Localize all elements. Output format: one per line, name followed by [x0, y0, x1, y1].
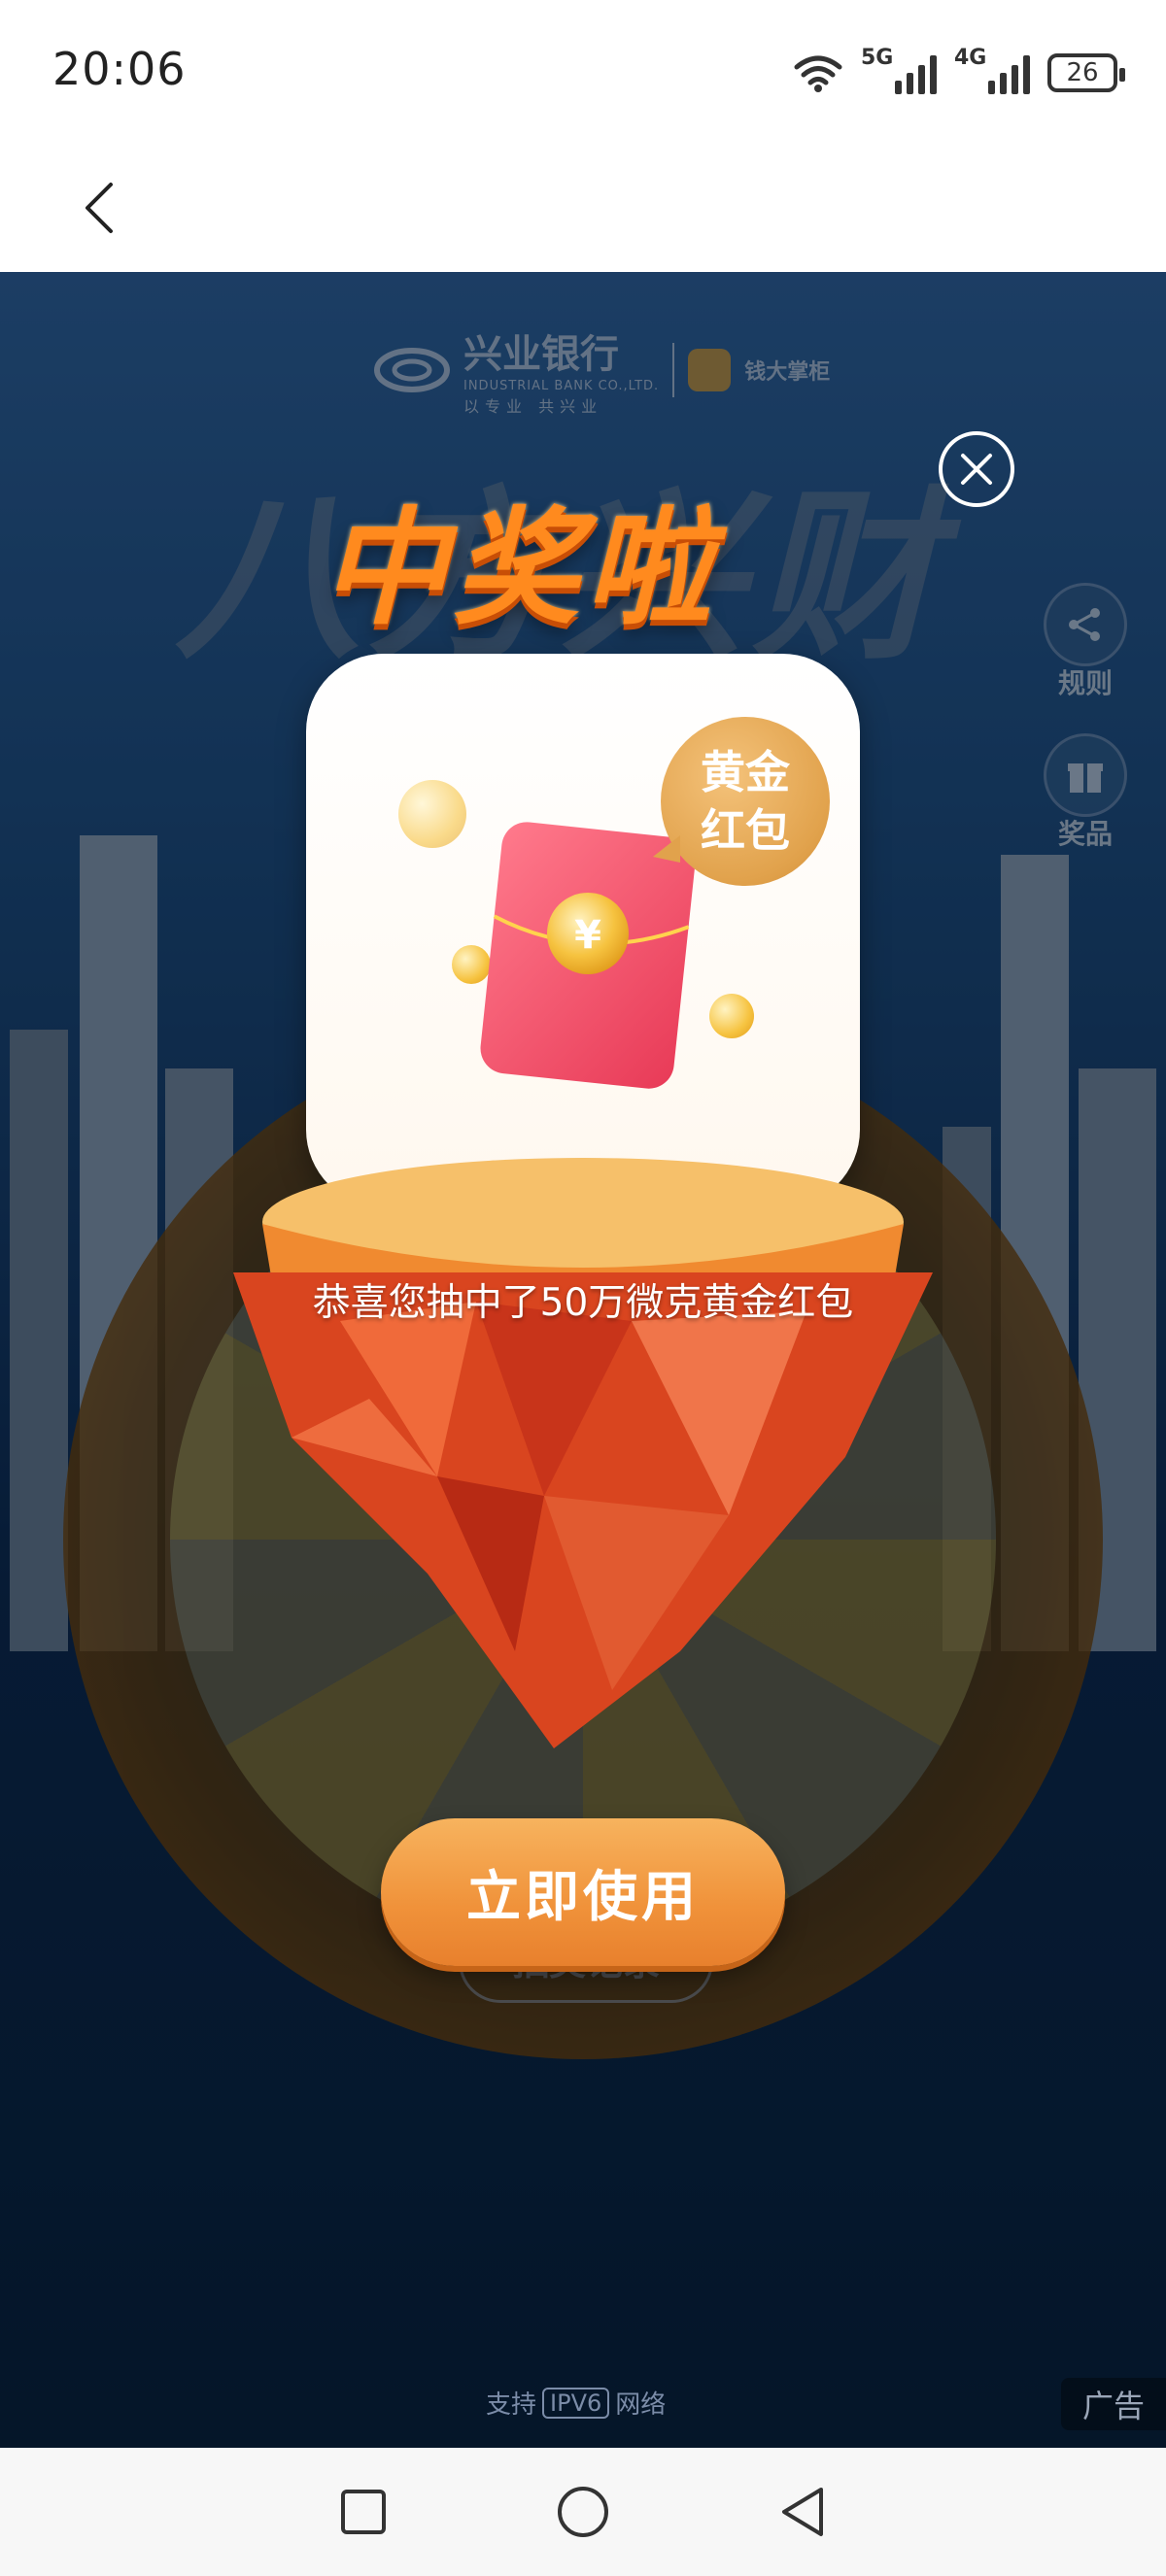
close-button[interactable]	[939, 431, 1014, 507]
congrats-message: 恭喜您抽中了50万微克黄金红包	[312, 1281, 854, 1325]
ipv6-suffix: 网络	[615, 2390, 667, 2420]
status-bar: 20:06 5G 4G 26	[0, 0, 1166, 146]
home-button[interactable]	[556, 2485, 610, 2539]
ad-tag: 广告	[1061, 2378, 1166, 2430]
network-5g-label: 5G	[861, 46, 894, 70]
system-back-button[interactable]	[775, 2485, 830, 2539]
badge-line-1: 黄金	[701, 746, 790, 798]
status-icons: 5G 4G 26	[793, 46, 1125, 95]
triangle-icon	[782, 2488, 823, 2536]
signal-5g-icon: 5G	[861, 46, 937, 94]
use-now-button[interactable]: 立即使用	[381, 1818, 785, 1966]
coin-symbol: ¥	[574, 913, 601, 958]
status-time: 20:06	[52, 43, 187, 95]
battery-icon: 26	[1047, 53, 1125, 92]
square-icon	[341, 2490, 386, 2534]
popup-title: 中奖啦	[321, 494, 718, 642]
system-navigation-bar	[0, 2448, 1166, 2576]
prize-podium	[233, 1158, 933, 1748]
ipv6-prefix: 支持	[486, 2390, 537, 2420]
chevron-left-icon[interactable]	[72, 179, 130, 237]
prize-card: ¥ 黄金 红包	[306, 654, 860, 1207]
ipv6-label: IPV6	[542, 2387, 610, 2419]
circle-icon	[558, 2487, 608, 2537]
wifi-icon	[794, 55, 842, 92]
network-4g-label: 4G	[954, 46, 987, 70]
coin-icon	[398, 780, 466, 848]
ipv6-support: 支持 IPV6 网络	[486, 2385, 666, 2421]
signal-4g-icon: 4G	[954, 46, 1030, 94]
battery-level: 26	[1066, 58, 1099, 87]
close-icon	[961, 454, 992, 485]
coin-icon	[709, 994, 754, 1038]
recent-apps-button[interactable]	[336, 2485, 391, 2539]
gold-red-packet-badge: 黄金 红包	[653, 717, 830, 886]
nav-bar	[0, 146, 1166, 272]
badge-line-2: 红包	[701, 804, 790, 857]
